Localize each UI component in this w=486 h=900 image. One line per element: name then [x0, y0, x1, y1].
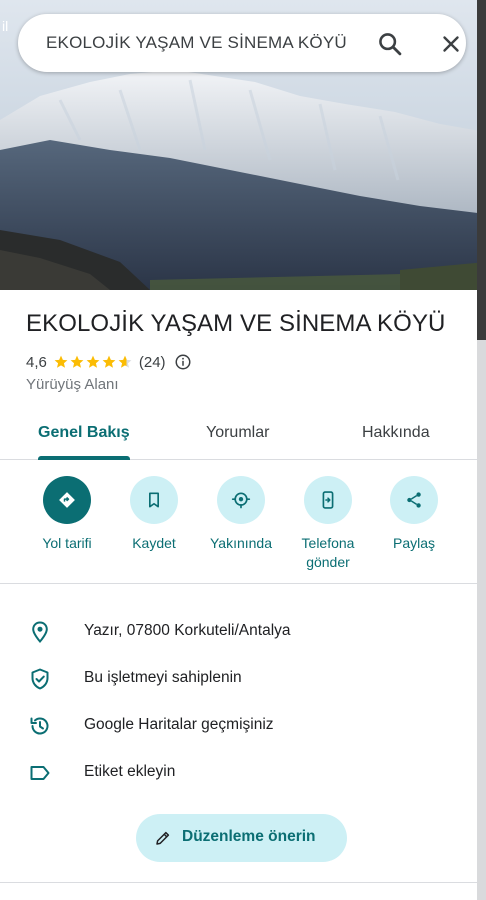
suggest-edit-label: Düzenleme önerin — [182, 828, 316, 845]
nearby-icon — [231, 492, 251, 509]
place-panel: EKOLOJİK YAŞAM VE SİNEMA KÖYÜ 4,6 (24) Y… — [0, 290, 477, 900]
maps-history-text: Google Haritalar geçmişiniz — [84, 716, 274, 733]
close-icon[interactable] — [438, 31, 464, 57]
window-edge-shade — [477, 0, 486, 340]
action-bar: Yol tarifi Kaydet Yakınında Telefona gön… — [0, 476, 477, 584]
share-icon — [407, 492, 421, 508]
suggest-edit-button[interactable]: Düzenleme önerin — [136, 814, 347, 862]
directions-label: Yol tarifi — [42, 535, 92, 551]
save-label: Kaydet — [132, 535, 176, 551]
rating-value: 4,6 — [26, 353, 47, 371]
tab-about[interactable]: Hakkında — [362, 424, 430, 442]
directions-button[interactable]: Yol tarifi — [22, 476, 112, 553]
save-circle[interactable] — [130, 476, 178, 524]
nearby-button[interactable]: Yakınında — [196, 476, 286, 553]
bookmark-icon — [149, 492, 159, 508]
location-pin-icon — [32, 621, 48, 644]
share-button[interactable]: Paylaş — [369, 476, 459, 553]
star-icon — [70, 355, 84, 368]
window-edge — [477, 0, 486, 900]
send-to-phone-label-line2: gönder — [306, 554, 350, 570]
corner-text: il — [2, 18, 9, 34]
active-tab-indicator — [38, 456, 130, 460]
pencil-icon — [156, 831, 170, 845]
address-row[interactable]: Yazır, 07800 Korkuteli/Antalya — [0, 608, 477, 656]
claim-business-row[interactable]: Bu işletmeyi sahiplenin — [0, 655, 477, 703]
info-icon[interactable] — [174, 353, 192, 371]
send-to-phone-circle[interactable] — [304, 476, 352, 524]
address-text: Yazır, 07800 Korkuteli/Antalya — [84, 622, 291, 639]
save-button[interactable]: Kaydet — [109, 476, 199, 553]
place-category: Yürüyüş Alanı — [26, 376, 119, 393]
star-icon — [86, 355, 100, 368]
rating-row[interactable]: 4,6 (24) — [26, 352, 192, 372]
add-label-row[interactable]: Etiket ekleyin — [0, 749, 477, 797]
send-to-phone-label-line1: Telefona — [301, 535, 355, 551]
verified-shield-icon — [31, 668, 49, 690]
send-to-phone-label: Telefona gönder — [302, 534, 355, 572]
divider — [0, 882, 477, 883]
search-bar[interactable]: EKOLOJİK YAŞAM VE SİNEMA KÖYÜ — [18, 14, 466, 72]
history-icon — [30, 717, 49, 735]
star-rating — [53, 354, 133, 370]
send-to-phone-button[interactable]: Telefona gönder — [283, 476, 373, 572]
nearby-circle[interactable] — [217, 476, 265, 524]
send-to-phone-icon — [322, 491, 334, 509]
directions-icon — [59, 492, 75, 508]
tab-reviews[interactable]: Yorumlar — [206, 424, 269, 442]
place-title: EKOLOJİK YAŞAM VE SİNEMA KÖYÜ — [26, 310, 446, 337]
share-circle[interactable] — [390, 476, 438, 524]
share-label: Paylaş — [392, 535, 436, 551]
add-label-text: Etiket ekleyin — [84, 763, 176, 780]
claim-business-text: Bu işletmeyi sahiplenin — [84, 669, 242, 686]
star-half-icon — [118, 355, 132, 368]
maps-history-row[interactable]: Google Haritalar geçmişiniz — [0, 702, 477, 750]
review-count[interactable]: (24) — [139, 354, 166, 371]
tab-bar: Genel Bakış Yorumlar Hakkında — [0, 412, 477, 460]
label-icon — [30, 766, 50, 780]
nearby-label: Yakınında — [209, 535, 272, 551]
search-input[interactable]: EKOLOJİK YAŞAM VE SİNEMA KÖYÜ — [46, 33, 347, 53]
directions-circle[interactable] — [43, 476, 91, 524]
star-icon — [102, 355, 116, 368]
star-icon — [54, 355, 68, 368]
search-icon[interactable] — [376, 30, 404, 58]
tab-overview[interactable]: Genel Bakış — [38, 424, 130, 442]
